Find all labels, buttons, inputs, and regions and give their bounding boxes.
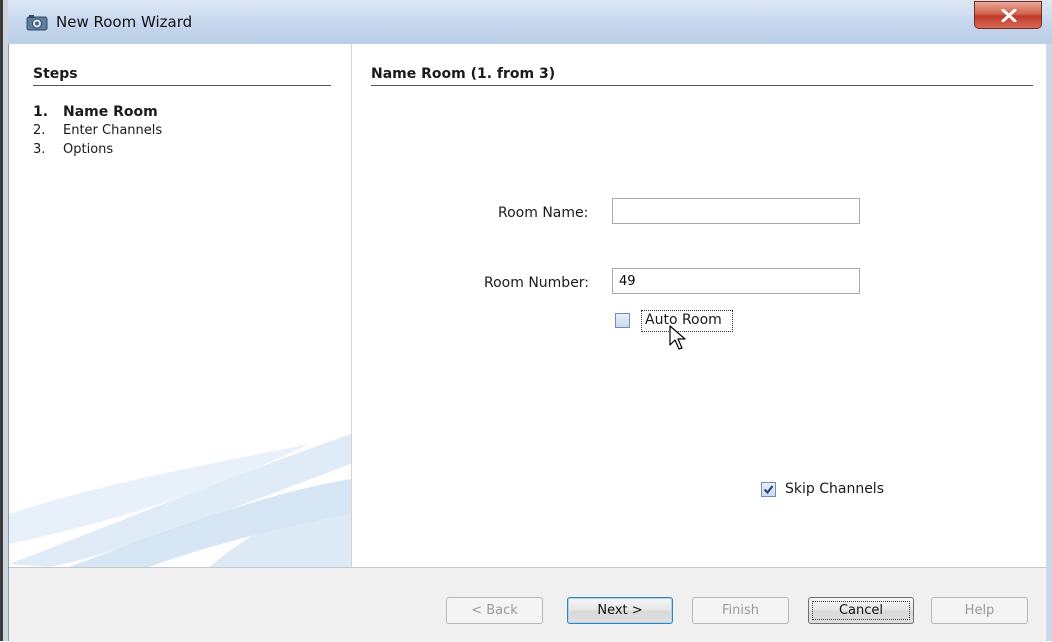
step-label: Enter Channels (63, 123, 163, 138)
title-bar[interactable]: New Room Wizard (8, 0, 1052, 45)
step-label: Name Room (63, 104, 158, 120)
skip-channels-checkbox[interactable] (761, 482, 776, 497)
room-number-input[interactable] (612, 268, 860, 294)
steps-panel: Steps 1. Name Room 2. Enter Channels 3. Opt… (9, 44, 352, 567)
wizard-window: New Room Wizard Steps 1. Name Room 2. Ente… (8, 0, 1052, 642)
window-left-edge (0, 0, 8, 641)
finish-button[interactable]: Finish (692, 597, 789, 624)
step-item-enter-channels: 2. Enter Channels (33, 123, 163, 138)
steps-heading: Steps (33, 66, 78, 82)
close-button[interactable] (974, 1, 1042, 29)
title-divider (371, 85, 1033, 86)
next-button[interactable]: Next > (567, 597, 673, 624)
room-name-label: Room Name: (498, 205, 589, 221)
step-list: 1. Name Room 2. Enter Channels 3. Options (33, 104, 162, 161)
page-title: Name Room (1. from 3) (371, 66, 556, 82)
wizard-content: Steps 1. Name Room 2. Enter Channels 3. Opt… (8, 44, 1046, 642)
auto-room-checkbox[interactable] (615, 313, 630, 328)
help-button[interactable]: Help (931, 597, 1028, 624)
step-label: Options (63, 142, 114, 157)
button-bar: < Back Next > Finish Cancel Help (9, 567, 1046, 642)
close-icon (1001, 9, 1017, 22)
window-title: New Room Wizard (56, 13, 193, 31)
skip-channels-label[interactable]: Skip Channels (785, 481, 884, 497)
room-number-label: Room Number: (484, 275, 590, 291)
cancel-focus-ring (812, 601, 910, 620)
wizard-app-icon (26, 14, 48, 32)
mouse-cursor-icon (669, 325, 686, 350)
room-name-input[interactable] (612, 198, 860, 224)
step-item-options: 3. Options (33, 142, 114, 157)
back-button[interactable]: < Back (446, 597, 543, 624)
cancel-button[interactable]: Cancel (808, 597, 914, 624)
decorative-swoosh (9, 434, 351, 567)
checkmark-icon (763, 485, 774, 495)
step-item-name-room: 1. Name Room (33, 104, 158, 120)
steps-divider (33, 85, 331, 86)
